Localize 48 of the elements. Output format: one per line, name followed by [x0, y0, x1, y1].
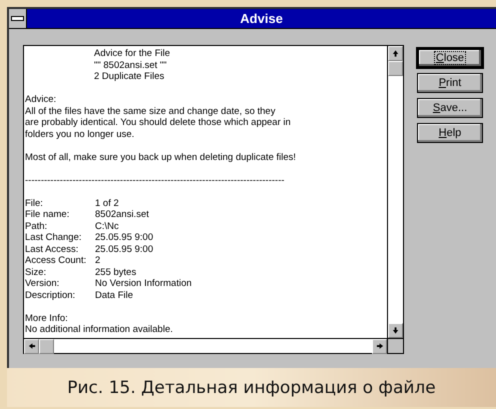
- field-value: C:\Nc: [95, 220, 119, 232]
- field-value: 255 bytes: [95, 266, 136, 278]
- scroll-up-button[interactable]: [388, 46, 403, 61]
- down-arrow-icon: [392, 326, 400, 335]
- field-label: Path:: [25, 220, 48, 232]
- field-value: 25.05.95 9:00: [95, 232, 154, 244]
- warning-note: Most of all, make sure you back up when deleting duplicate files!: [25, 152, 297, 163]
- more-info-label: More Info:: [25, 312, 69, 324]
- scroll-thumb[interactable]: [39, 339, 54, 354]
- field-label: File:: [25, 198, 44, 209]
- field-label: Last Access:: [25, 244, 80, 255]
- heading-line: "" 8502ansi.set "": [93, 60, 168, 71]
- field-label: Description:: [25, 290, 76, 301]
- dialog-button[interactable]: Help: [417, 123, 483, 143]
- field-value: 1 of 2: [95, 198, 119, 209]
- left-arrow-icon: [28, 342, 36, 351]
- scroll-thumb[interactable]: [388, 61, 403, 76]
- field-label: File name:: [25, 209, 70, 220]
- dialog-button[interactable]: Print: [417, 73, 483, 93]
- scroll-left-button[interactable]: [24, 339, 39, 354]
- field-value: 8502ansi.set: [95, 209, 149, 220]
- heading-line: Advice for the File: [93, 48, 172, 60]
- up-arrow-icon: [392, 49, 400, 58]
- field-label: Last Change:: [25, 232, 83, 244]
- system-menu-button[interactable]: [9, 9, 27, 28]
- dialog-button[interactable]: Save...: [417, 98, 483, 118]
- advice-label: Advice:: [25, 94, 58, 106]
- figure-caption: Рис. 15. Детальная информация о файле: [67, 378, 436, 398]
- field-label: Access Count:: [25, 255, 88, 266]
- right-arrow-icon: [376, 342, 384, 351]
- heading-line: 2 Duplicate Files: [93, 71, 166, 82]
- advice-paragraph: All of the files have the same size and change date, so they are probably identical. You should delete those which appear in folders you no longer use.: [25, 106, 292, 140]
- scrollbar-corner: [387, 338, 403, 353]
- scroll-right-button[interactable]: [372, 339, 387, 354]
- vertical-scrollbar[interactable]: [387, 46, 403, 338]
- field-value: 25.05.95 9:00: [95, 244, 154, 255]
- more-info-text: No additional information available.: [25, 324, 174, 336]
- window-title: Advise: [239, 11, 284, 26]
- separator-line: ----------------------------------------------------------------------------------: [25, 174, 286, 186]
- horizontal-scrollbar[interactable]: [24, 338, 387, 353]
- report-text-box[interactable]: [23, 45, 404, 354]
- field-value: 2: [95, 255, 100, 266]
- scroll-down-button[interactable]: [388, 323, 403, 338]
- field-label: Size:: [25, 266, 48, 278]
- field-label: Version:: [25, 278, 60, 290]
- field-value: Data File: [95, 290, 134, 301]
- dialog-button[interactable]: Close: [417, 48, 483, 68]
- field-value: No Version Information: [95, 278, 192, 290]
